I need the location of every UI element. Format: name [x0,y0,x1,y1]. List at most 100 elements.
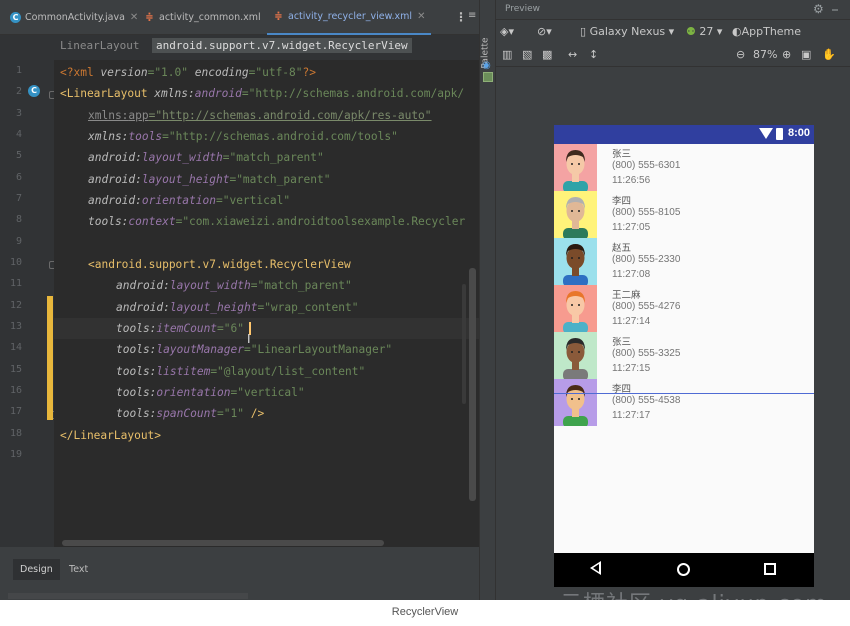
code-line: </LinearLayout> [60,425,161,446]
line-number: 2 [15,86,22,97]
breadcrumb-item-selected[interactable]: android.support.v7.widget.RecyclerView [152,38,412,53]
line-number: 6 [15,172,22,183]
code-ns: xmlns: [88,109,129,122]
horizontal-resize-icon[interactable]: ↔ [568,48,577,61]
horizontal-scrollbar[interactable] [62,540,384,546]
avatar-eye [571,351,573,353]
tab-text[interactable]: Text [62,559,95,580]
line-number: 4 [15,129,22,140]
line-number: 18 [9,428,22,439]
minimize-icon[interactable]: ⎯ [832,2,838,17]
battery-icon [776,128,783,140]
design-surface[interactable]: 8:00 张三 (800) 555-6301 11:26:56 李四 (800) 555… [496,67,850,600]
avatar-eye [571,304,573,306]
line-number: 13 [9,321,22,332]
list-item[interactable]: 赵五 (800) 555-2330 11:27:08 [554,238,814,285]
list-item[interactable]: 李四 (800) 555-8105 11:27:05 [554,191,814,238]
code-attr: orientation [156,386,231,399]
code-attr: context [128,215,176,228]
code-ns: tools: [116,343,157,356]
breadcrumb-item[interactable]: LinearLayout [60,39,139,52]
line-number: 10 [9,257,22,268]
line-number: 5 [15,150,22,161]
zoom-in-icon[interactable]: ⊕ [782,48,791,61]
code-attr: layout_width [169,279,251,292]
list-item[interactable]: 张三 (800) 555-6301 11:26:56 [554,144,814,191]
device-screen: 8:00 张三 (800) 555-6301 11:26:56 李四 (800) 555… [554,125,814,587]
avatar-shirt [563,228,588,238]
list-item[interactable]: 张三 (800) 555-3325 11:27:15 [554,332,814,379]
contact-phone: (800) 555-8105 [612,207,681,218]
avatar-neck [572,315,579,323]
tab-settings-icon[interactable]: ≡ [468,10,476,21]
code-attr: android [194,87,242,100]
avatar-neck [572,268,579,276]
code-attr: layoutManager [156,343,244,356]
gear-icon[interactable]: ⚙ [813,2,824,16]
status-bar [8,593,248,599]
code-value: ="match_parent" [222,151,324,164]
code-value: ="com.xiaweizi.androidtoolsexample.Recyc… [175,215,466,228]
eye-icon[interactable]: ◉ [482,60,491,71]
api-level-selector[interactable]: ⚉ 27 ▾ [686,25,722,38]
line-number: 14 [9,342,22,353]
line-number: 16 [9,385,22,396]
recents-icon[interactable] [764,563,776,575]
xml-editor: C CommonActivity.java ✕ ≑ activity_commo… [0,0,479,600]
code-value: ="6" [217,322,244,335]
fit-screen-icon[interactable]: ▣ [801,48,811,61]
tab-activity-common-xml[interactable]: ≑ activity_common.xml ✕ [144,0,274,35]
tab-common-activity-java[interactable]: C CommonActivity.java ✕ [10,0,138,35]
contact-name: 王二麻 [612,290,641,301]
avatar [554,238,597,285]
device-selector[interactable]: ▯ Galaxy Nexus ▾ [580,25,674,38]
more-tabs-icon[interactable]: ⋮ [455,10,467,24]
person-avatar-icon [563,338,588,379]
list-item[interactable]: 李四 (800) 555-4538 11:27:17 [554,379,814,426]
close-icon[interactable]: ✕ [130,12,138,23]
tab-activity-recycler-view-xml[interactable]: ≑ activity_recycler_view.xml ✕ [267,0,432,35]
tab-label: CommonActivity.java [25,12,125,23]
code-line: <?xml version="1.0" encoding="utf-8"?> [60,62,316,83]
layout-xml-icon: ≑ [274,11,283,22]
editor-mode-tabs: Design Text [0,547,479,600]
android-studio-window: C CommonActivity.java ✕ ≑ activity_commo… [0,0,850,600]
person-avatar-icon [563,150,588,191]
code-line: xmlns:app="http://schemas.android.com/ap… [88,105,432,126]
close-icon[interactable]: ✕ [417,11,425,22]
home-icon[interactable] [677,563,690,576]
layers-icon[interactable]: ◈▾ [500,25,514,38]
contact-name: 张三 [612,337,632,348]
code-line: android:orientation="vertical" [88,190,290,211]
code-line: tools:listitem="@layout/list_content" [116,361,365,382]
vertical-resize-icon[interactable]: ↕ [589,48,598,61]
vertical-scrollbar[interactable] [469,268,476,501]
component-tree-icon[interactable] [483,72,493,82]
code-ns: android: [88,173,142,186]
code-line-current: tools:itemCount="6" [116,318,244,339]
blueprint-view-icon[interactable]: ▧ [522,48,532,61]
activity-link-icon[interactable]: C [28,85,40,97]
code-area[interactable]: <?xml version="1.0" encoding="utf-8"?> <… [54,60,479,547]
theme-selector[interactable]: ◐AppTheme [732,25,801,38]
line-number: 17 [9,406,22,417]
person-avatar-icon [563,291,588,332]
both-view-icon[interactable]: ▩ [542,48,552,61]
line-number: 1 [15,65,22,76]
preview-titlebar: Preview ⚙ ⎯ [496,0,850,20]
rotate-icon[interactable]: ⊘▾ [537,25,552,38]
design-view-icon[interactable]: ▥ [502,48,512,61]
contact-phone: (800) 555-4538 [612,395,681,406]
scroll-marker [462,284,466,404]
list-item[interactable]: 王二麻 (800) 555-4276 11:27:14 [554,285,814,332]
zoom-out-icon[interactable]: ⊖ [736,48,745,61]
line-number: 11 [9,278,22,289]
phone-icon: ▯ [580,25,587,38]
pan-hand-icon[interactable]: ✋ [822,48,836,61]
tab-design[interactable]: Design [13,559,60,580]
code-value: ="utf-8" [248,66,303,79]
code-line: tools:context="com.xiaweizi.androidtools… [88,211,465,232]
avatar-eye [571,398,573,400]
tab-label: activity_recycler_view.xml [288,11,413,22]
layout-preview-panel: Preview ⚙ ⎯ ◈▾ ⊘▾ ▯ Galaxy Nexus ▾ ⚉ 27 … [496,0,850,600]
